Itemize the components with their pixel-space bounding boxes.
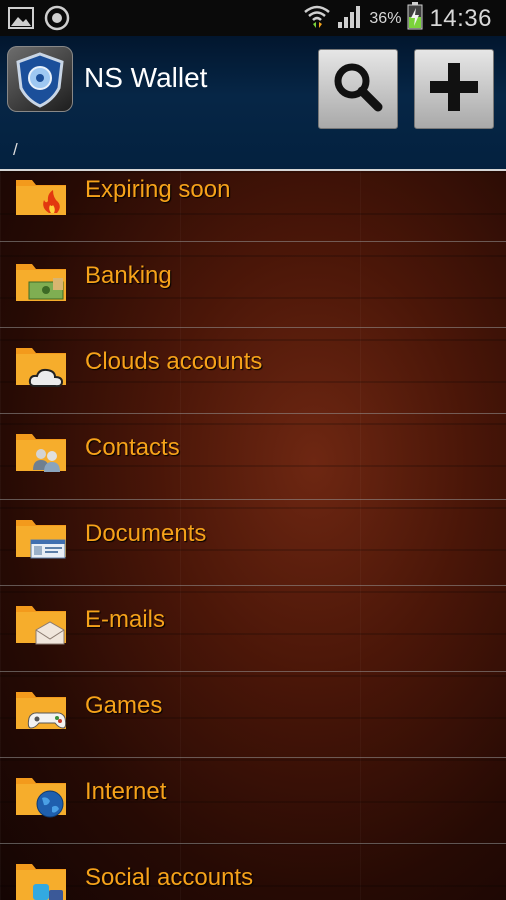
list-item[interactable]: Social accounts: [0, 844, 506, 900]
app-logo-icon: [7, 46, 73, 112]
fire-icon: [15, 172, 67, 216]
plus-icon: [424, 57, 484, 122]
id-card-icon: [15, 516, 67, 560]
wifi-icon: [303, 2, 331, 35]
gallery-notification-icon: [8, 7, 34, 34]
list-item[interactable]: Documents: [0, 500, 506, 586]
folder-label: Games: [85, 692, 163, 719]
folder-list: Expiring soon Banking Clouds accounts Co…: [0, 171, 506, 900]
status-bar: 36% 14:36: [0, 0, 506, 36]
sync-notification-icon: [44, 5, 70, 36]
folder-label: Social accounts: [85, 864, 254, 891]
search-icon: [330, 59, 386, 120]
signal-icon: [337, 3, 363, 34]
folder-label: Contacts: [85, 434, 180, 461]
action-bar: NS Wallet /: [0, 36, 506, 171]
list-item[interactable]: Games: [0, 672, 506, 758]
list-item[interactable]: Banking: [0, 242, 506, 328]
folder-label: Expiring soon: [85, 176, 231, 203]
clock: 14:36: [429, 4, 492, 32]
folder-label: E-mails: [85, 606, 166, 633]
folder-label: Internet: [85, 778, 167, 805]
breadcrumb: /: [13, 140, 18, 159]
battery-charging-icon: [407, 2, 423, 35]
folder-label: Clouds accounts: [85, 348, 263, 375]
gamepad-icon: [15, 688, 67, 732]
list-item[interactable]: Expiring soon: [0, 171, 506, 242]
cloud-icon: [15, 344, 67, 388]
search-button[interactable]: [318, 49, 398, 129]
money-icon: [15, 258, 67, 302]
app-title: NS Wallet: [84, 62, 208, 93]
people-icon: [15, 430, 67, 474]
envelope-icon: [15, 602, 67, 646]
battery-percent: 36%: [369, 9, 402, 27]
add-button[interactable]: [414, 49, 494, 129]
folder-label: Banking: [85, 262, 172, 289]
list-item[interactable]: Contacts: [0, 414, 506, 500]
list-item[interactable]: E-mails: [0, 586, 506, 672]
list-item[interactable]: Internet: [0, 758, 506, 844]
globe-icon: [15, 774, 67, 818]
folder-label: Documents: [85, 520, 207, 547]
list-item[interactable]: Clouds accounts: [0, 328, 506, 414]
social-icon: [15, 860, 67, 900]
